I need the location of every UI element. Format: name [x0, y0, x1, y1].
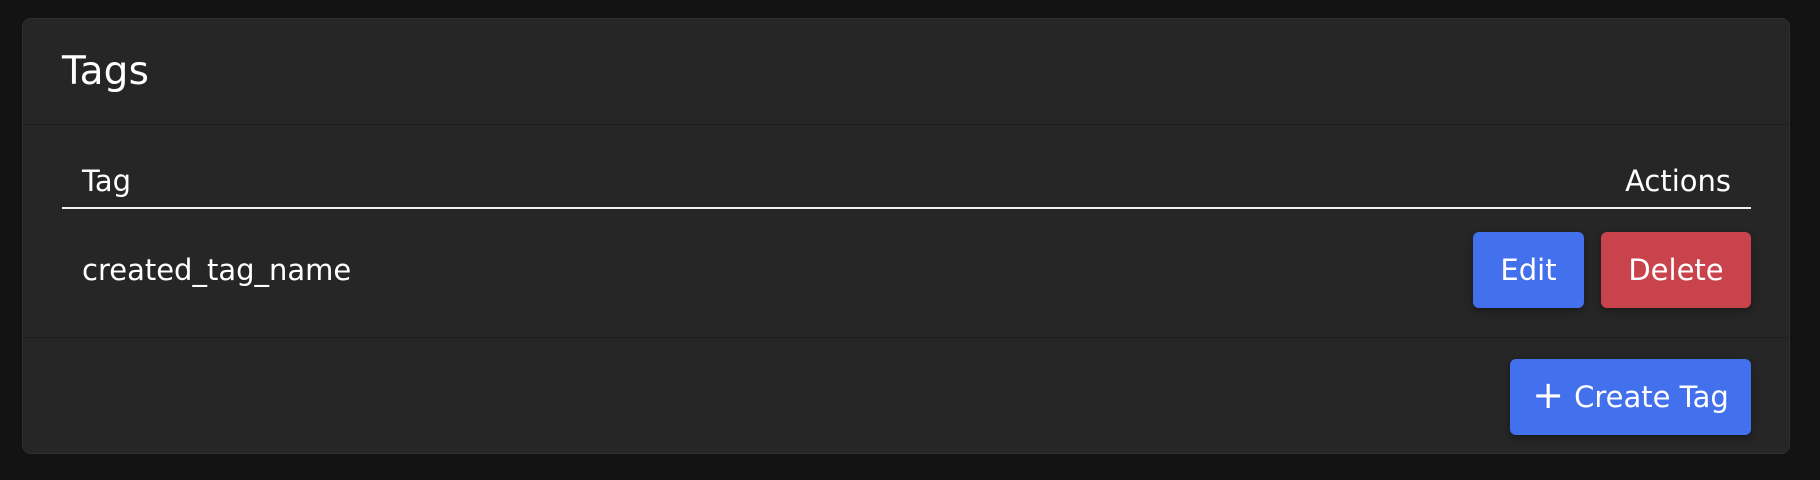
actions-cell: Edit Delete: [1311, 208, 1751, 330]
table-body: created_tag_name Edit Delete: [62, 208, 1751, 330]
edit-button[interactable]: Edit: [1473, 231, 1584, 308]
column-header-actions: Actions: [1311, 125, 1751, 209]
table-header: Tag Actions: [62, 125, 1751, 209]
create-tag-button[interactable]: + Create Tag: [1510, 358, 1751, 435]
delete-button[interactable]: Delete: [1601, 231, 1751, 308]
column-header-tag: Tag: [62, 125, 1311, 209]
card-footer: + Create Tag: [23, 338, 1789, 453]
card-body: Tag Actions created_tag_name Edit Delete: [23, 125, 1789, 338]
page-title: Tags: [62, 49, 150, 94]
tag-name-cell: created_tag_name: [82, 252, 352, 287]
table-header-row: Tag Actions: [62, 125, 1751, 209]
card-header: Tags: [23, 19, 1789, 125]
table-row: created_tag_name Edit Delete: [62, 208, 1751, 330]
plus-icon: +: [1532, 372, 1565, 417]
tags-card: Tags Tag Actions created_tag_name Edit De…: [22, 18, 1790, 454]
create-tag-label: Create Tag: [1574, 379, 1729, 414]
tags-table: Tag Actions created_tag_name Edit Delete: [62, 125, 1751, 330]
